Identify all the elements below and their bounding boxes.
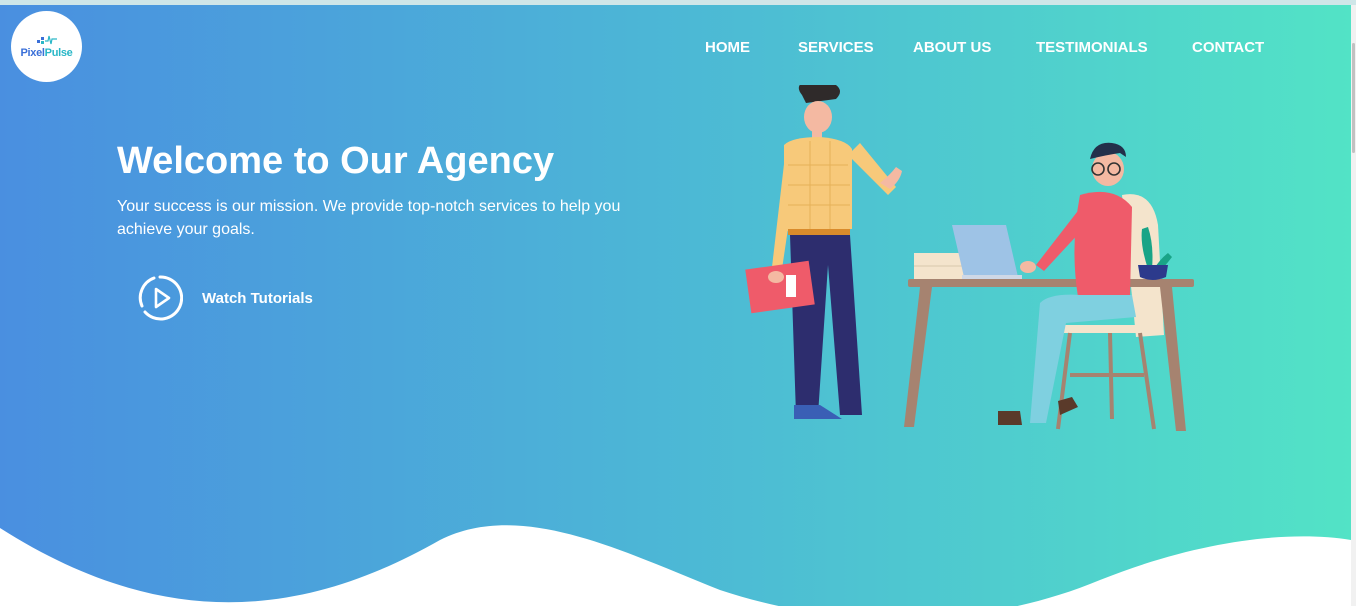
scrollbar-thumb[interactable] [1352, 43, 1355, 153]
page-scrollbar[interactable] [1351, 5, 1356, 606]
watch-tutorials-label: Watch Tutorials [202, 289, 313, 307]
nav-services[interactable]: SERVICES [798, 39, 874, 56]
brand-name: PixelPulse [20, 47, 73, 59]
office-illustration [745, 85, 1194, 431]
nav-about-us[interactable]: ABOUT US [913, 39, 991, 56]
nav-home[interactable]: HOME [705, 39, 750, 56]
hero-bottom-wave [0, 525, 1351, 606]
play-circle-icon [138, 275, 183, 321]
hero-subtitle: Your success is our mission. We provide … [117, 198, 621, 238]
hero-section: PixelPulse HOME SERVICES ABOUT US TESTIM… [0, 5, 1351, 606]
standing-man-figure [745, 85, 902, 419]
desk-scene [904, 142, 1194, 431]
watch-tutorials-button[interactable]: Watch Tutorials [137, 275, 313, 321]
nav-contact[interactable]: CONTACT [1192, 39, 1264, 56]
brand-logo[interactable]: PixelPulse [11, 11, 82, 82]
nav-testimonials[interactable]: TESTIMONIALS [1036, 39, 1148, 56]
hero-headline: Welcome to Our Agency [117, 140, 555, 182]
pulse-icon [36, 35, 57, 45]
